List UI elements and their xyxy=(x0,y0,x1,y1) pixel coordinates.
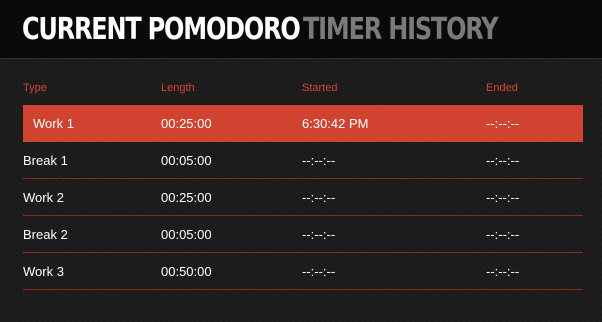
tab-timer-history[interactable]: TIMER HISTORY xyxy=(303,10,499,50)
row-ended: --:--:-- xyxy=(486,153,520,168)
row-ended: --:--:-- xyxy=(486,116,520,131)
row-length: 00:25:00 xyxy=(161,190,212,205)
row-ended: --:--:-- xyxy=(486,264,520,279)
row-started: --:--:-- xyxy=(302,153,336,168)
row-type: Work 3 xyxy=(23,264,64,279)
table-row-active: Work 1 00:25:00 6:30:42 PM --:--:-- xyxy=(23,105,583,142)
column-header-started: Started xyxy=(302,82,338,94)
row-length: 00:50:00 xyxy=(161,264,212,279)
table-row: Work 2 00:25:00 --:--:-- --:--:-- xyxy=(23,179,583,216)
row-type: Break 1 xyxy=(23,153,68,168)
tab-current-pomodoro[interactable]: CURRENT POMODORO xyxy=(22,10,301,50)
row-ended: --:--:-- xyxy=(486,227,520,242)
pomodoro-table: Type Length Started Ended Work 1 00:25:0… xyxy=(0,59,602,322)
row-length: 00:25:00 xyxy=(161,116,212,131)
row-length: 00:05:00 xyxy=(161,153,212,168)
row-started: --:--:-- xyxy=(302,227,336,242)
row-type: Work 1 xyxy=(33,116,74,131)
row-length: 00:05:00 xyxy=(161,227,212,242)
table-row: Break 2 00:05:00 --:--:-- --:--:-- xyxy=(23,216,583,253)
column-header-ended: Ended xyxy=(486,82,518,94)
column-header-length: Length xyxy=(161,82,195,94)
row-started: --:--:-- xyxy=(302,190,336,205)
table-row: Break 1 00:05:00 --:--:-- --:--:-- xyxy=(23,142,583,179)
row-type: Break 2 xyxy=(23,227,68,242)
row-started: --:--:-- xyxy=(302,264,336,279)
tab-bar: CURRENT POMODORO TIMER HISTORY xyxy=(0,0,602,59)
column-header-type: Type xyxy=(23,82,47,94)
row-ended: --:--:-- xyxy=(486,190,520,205)
row-type: Work 2 xyxy=(23,190,64,205)
table-row: Work 3 00:50:00 --:--:-- --:--:-- xyxy=(23,253,583,290)
row-started: 6:30:42 PM xyxy=(302,116,369,131)
